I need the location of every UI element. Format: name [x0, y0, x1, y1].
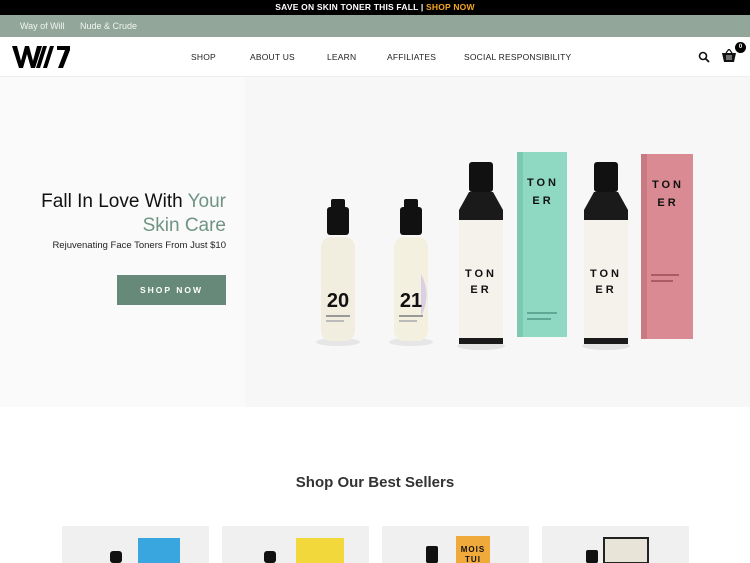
serum2-number-label: 21 [400, 290, 422, 312]
nav-social-responsibility[interactable]: SOCIAL RESPONSIBILITY [464, 37, 571, 77]
toner-bottle-2: TON ER [582, 162, 630, 350]
product-card3-image: MOIS TUI [426, 536, 490, 563]
toner-bottle1-word1: TON [465, 268, 497, 280]
card3-label-line1: MOIS [461, 545, 485, 554]
toner-bottle2-word2: ER [595, 284, 616, 296]
toner-box-mint: TON ER [517, 152, 567, 337]
hero-title-accent2: Skin Care [142, 215, 226, 236]
hero-title-accent1: Your [187, 191, 226, 212]
promo-shop-now-link[interactable]: SHOP NOW [426, 2, 475, 12]
product-card4-image [586, 537, 649, 563]
card3-label-line2: TUI [465, 555, 481, 563]
search-icon[interactable] [698, 51, 710, 63]
brand-link-nude-crude[interactable]: Nude & Crude [80, 15, 137, 37]
hero-title-line1: Fall In Love With [41, 191, 188, 212]
toner-bottle2-word1: TON [590, 268, 622, 280]
product-card-3[interactable]: MOIS TUI [382, 526, 529, 563]
toner-box2-word2: ER [657, 197, 678, 209]
serum-bottle-21: 21 [389, 199, 433, 346]
cart-count-badge: 0 [735, 42, 746, 53]
product-card-1[interactable] [62, 526, 209, 563]
brand-link-way-of-will[interactable]: Way of Will [20, 15, 65, 37]
hero-title: Fall In Love With Your Skin Care [0, 190, 226, 238]
nav-learn[interactable]: LEARN [327, 37, 356, 77]
toner-bottle-1: TON ER [457, 162, 505, 350]
product-card2-image [264, 538, 344, 563]
nav-shop[interactable]: SHOP [191, 37, 216, 77]
toner-box1-word2: ER [532, 195, 553, 207]
hero-banner: Fall In Love With Your Skin Care Rejuven… [0, 77, 750, 407]
brand-bar: Way of Will Nude & Crude [0, 15, 750, 37]
nav-affiliates[interactable]: AFFILIATES [387, 37, 436, 77]
promo-text: SAVE ON SKIN TONER THIS FALL | [275, 2, 427, 12]
serum1-number-label: 20 [327, 290, 349, 312]
toner-box2-word1: TON [652, 179, 684, 191]
main-nav: SHOP ABOUT US LEARN AFFILIATES SOCIAL RE… [0, 37, 750, 77]
promo-bar: SAVE ON SKIN TONER THIS FALL | SHOP NOW [0, 0, 750, 15]
product-card-2[interactable] [222, 526, 369, 563]
wow-logo[interactable] [12, 46, 70, 68]
hero-shop-now-button[interactable]: SHOP NOW [117, 275, 226, 305]
nav-about-us[interactable]: ABOUT US [250, 37, 295, 77]
product-card-4[interactable] [542, 526, 689, 563]
cart-icon[interactable] [721, 49, 737, 63]
toner-box1-word1: TON [527, 177, 559, 189]
toner-bottle1-word2: ER [470, 284, 491, 296]
serum-bottle-20: 20 [316, 199, 360, 346]
hero-subtitle: Rejuvenating Face Toners From Just $10 [52, 240, 226, 251]
toner-box-pink: TON ER [641, 154, 693, 339]
product-card1-image [110, 538, 180, 563]
best-sellers-heading: Shop Our Best Sellers [295, 474, 455, 491]
